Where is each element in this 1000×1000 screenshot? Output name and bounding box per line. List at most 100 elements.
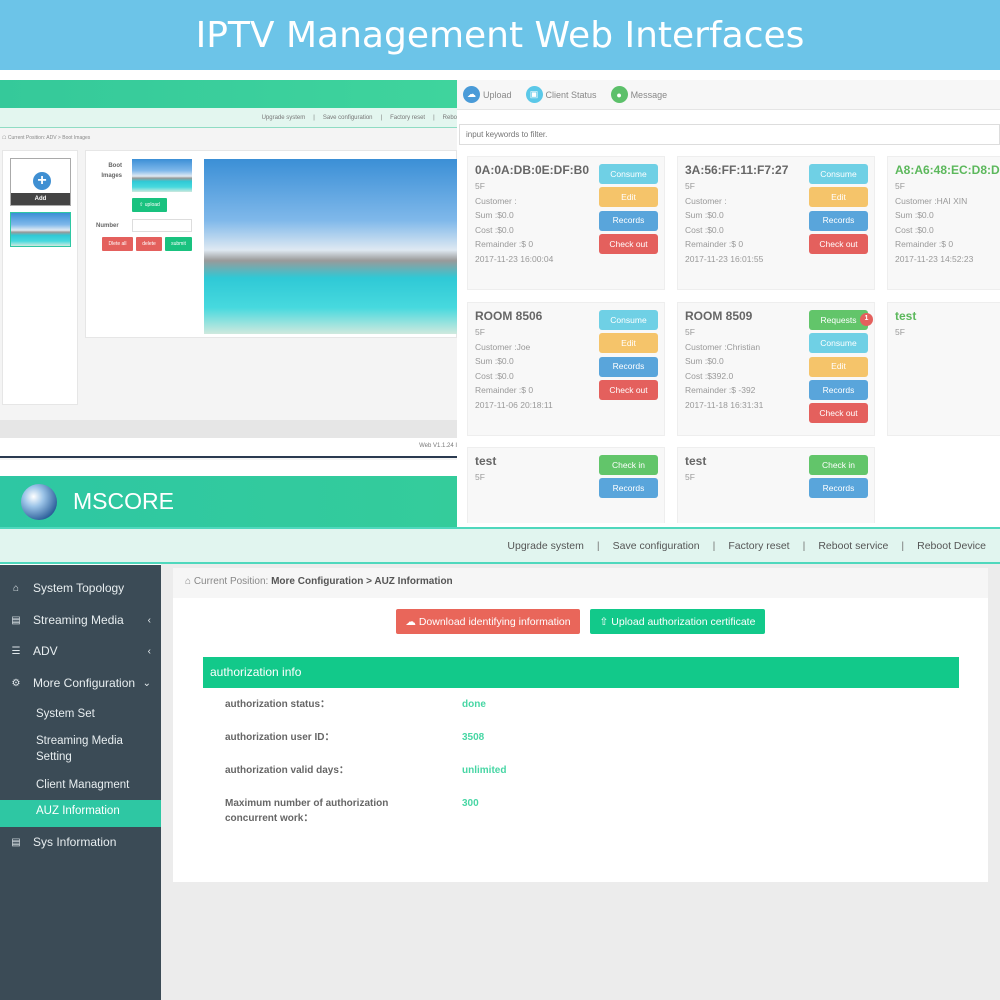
message-tab[interactable]: ● Message [610, 86, 667, 103]
sidebar-item-more-configuration[interactable]: ⚙ More Configuration ⌄ [0, 676, 161, 690]
nav-reboot-device[interactable]: Reboot Device [917, 540, 986, 552]
records-button[interactable]: Records [599, 478, 658, 499]
label: Edit [621, 192, 636, 202]
label: Records [822, 483, 855, 493]
delete-button[interactable]: delete [136, 237, 162, 251]
records-button[interactable]: Records [599, 356, 658, 377]
footer: Web V1.1.24 I [0, 438, 457, 457]
delete-all-button[interactable]: Dlete all [102, 237, 133, 251]
toolbar: ☁ Upload ▣ Client Status ● Message [457, 80, 1000, 110]
auth-user-id-value: 3508 [462, 732, 485, 743]
submenu-auz-information-active[interactable]: AUZ Information [0, 800, 161, 827]
crumb-section[interactable]: More Configuration [271, 576, 363, 587]
check-out-button[interactable]: Check out [809, 403, 868, 424]
label: Sys Information [33, 835, 117, 849]
download-identifying-info-button[interactable]: ☁ Download identifying information [396, 609, 580, 634]
card-actions: Consume Edit Records Check out [809, 164, 868, 254]
label: Check out [819, 407, 858, 418]
records-button[interactable]: Records [809, 478, 868, 499]
card-actions: Requests 1 Consume Edit Records Check out [809, 310, 873, 424]
section-title: authorization info [203, 657, 959, 688]
nav-factory-reset[interactable]: Factory reset [728, 540, 789, 552]
client-card: A8:A6:48:EC:D8:D2 5F Customer :HAI XIN Sum … [887, 156, 1000, 290]
client-status-label: Client Status [545, 89, 597, 100]
banner-title: IPTV Management Web Interfaces [195, 14, 805, 56]
nav-factory[interactable]: Factory reset [390, 115, 425, 121]
boot-image-preview [204, 159, 457, 334]
sidebar-item-streaming-media[interactable]: ▤ Streaming Media ‹ [0, 613, 161, 627]
records-button[interactable]: Records [599, 210, 658, 231]
check-out-button[interactable]: Check out [599, 379, 658, 400]
auth-status-value: done [462, 699, 486, 710]
records-button[interactable]: Records [809, 210, 868, 231]
upload-tab[interactable]: ☁ Upload [463, 86, 512, 103]
requests-button[interactable]: Requests 1 [809, 310, 873, 330]
divider [0, 456, 457, 458]
upload-label: Upload [483, 89, 512, 100]
sep: | [313, 114, 315, 121]
label: ADV [33, 644, 58, 658]
label: Records [822, 215, 855, 226]
sidebar-item-adv[interactable]: ☰ ADV ‹ [0, 644, 161, 658]
cloud-download-icon: ☁ [405, 615, 419, 628]
sidebar-item-sys-information[interactable]: ▤ Sys Information [0, 835, 161, 849]
boot-images-label: Boot Images [101, 163, 122, 179]
client-card: ROOM 8506 5F Customer :Joe Sum :$0.0 Cost :$… [467, 302, 665, 436]
check-out-button[interactable]: Check out [599, 233, 658, 254]
records-button[interactable]: Records [809, 379, 868, 400]
home-icon: ⌂ [12, 582, 20, 594]
consume-button[interactable]: Consume [599, 164, 658, 184]
check-in-button[interactable]: Check in [809, 455, 868, 475]
nav-save[interactable]: Save configuration [323, 115, 373, 121]
chevron-left-icon: ‹ [147, 645, 151, 657]
cloud-upload-icon: ☁ [463, 86, 480, 103]
card-info: Sum :$0.0 [895, 210, 934, 221]
image-thumbnail[interactable] [10, 212, 71, 247]
nav-reboot[interactable]: Rebo [443, 115, 457, 121]
label: Consume [610, 314, 647, 325]
upload-certificate-button[interactable]: ⇧ Upload authorization certificate [590, 609, 765, 634]
label: Records [612, 361, 645, 372]
label: Check in [611, 459, 646, 470]
sep: | [901, 539, 905, 552]
add-image-button[interactable]: + Add [10, 158, 71, 206]
edit-button[interactable]: Edit [809, 356, 868, 377]
card-info: 2017-11-23 16:01:55 [685, 253, 764, 264]
label: Consume [610, 168, 647, 179]
gray-band [0, 420, 457, 438]
nav-save-configuration[interactable]: Save configuration [613, 540, 700, 552]
brand-name: MSCORE [73, 488, 174, 514]
sidebar-item-system-topology[interactable]: ⌂ System Topology [0, 581, 161, 595]
edit-button[interactable]: Edit [809, 187, 868, 208]
consume-button[interactable]: Consume [599, 310, 658, 330]
edit-button[interactable]: Edit [599, 187, 658, 208]
upload-button[interactable]: ⇧ upload [132, 198, 167, 212]
requests-badge: 1 [860, 313, 873, 326]
edit-button[interactable]: Edit [599, 333, 658, 354]
chevron-left-icon: ‹ [147, 614, 151, 626]
check-in-button[interactable]: Check in [599, 455, 658, 475]
crumb-prefix: Current Position: [7, 135, 46, 141]
submenu-system-set[interactable]: System Set [36, 706, 95, 722]
sep: | [802, 539, 806, 552]
server-icon: ▤ [11, 836, 21, 848]
label: AUZ Information [36, 805, 120, 817]
auth-valid-days-value: unlimited [462, 765, 507, 776]
top-nav: Upgrade system | Save configuration | Fact… [0, 527, 1000, 564]
version-text: Web V1.1.24 I [419, 443, 457, 449]
submenu-streaming-media-setting[interactable]: Streaming Media Setting [36, 733, 146, 765]
nav-upgrade-system[interactable]: Upgrade system [507, 540, 583, 552]
nav-upgrade[interactable]: Upgrade system [262, 115, 306, 121]
submenu-client-managment[interactable]: Client Managment [36, 777, 129, 793]
filter-input[interactable] [459, 124, 1000, 145]
crumb-section[interactable]: ADV [46, 135, 56, 141]
check-out-button[interactable]: Check out [809, 233, 868, 254]
client-status-tab[interactable]: ▣ Client Status [525, 86, 597, 103]
submit-button[interactable]: submit [165, 237, 192, 251]
consume-button[interactable]: Consume [809, 164, 868, 184]
nav-reboot-service[interactable]: Reboot service [818, 540, 888, 552]
card-actions: Check in Records [599, 455, 658, 499]
consume-button[interactable]: Consume [809, 333, 868, 354]
number-input[interactable] [132, 219, 192, 232]
boot-image-editor: Boot Images ⇧ upload Number Dlete all de… [85, 150, 457, 338]
